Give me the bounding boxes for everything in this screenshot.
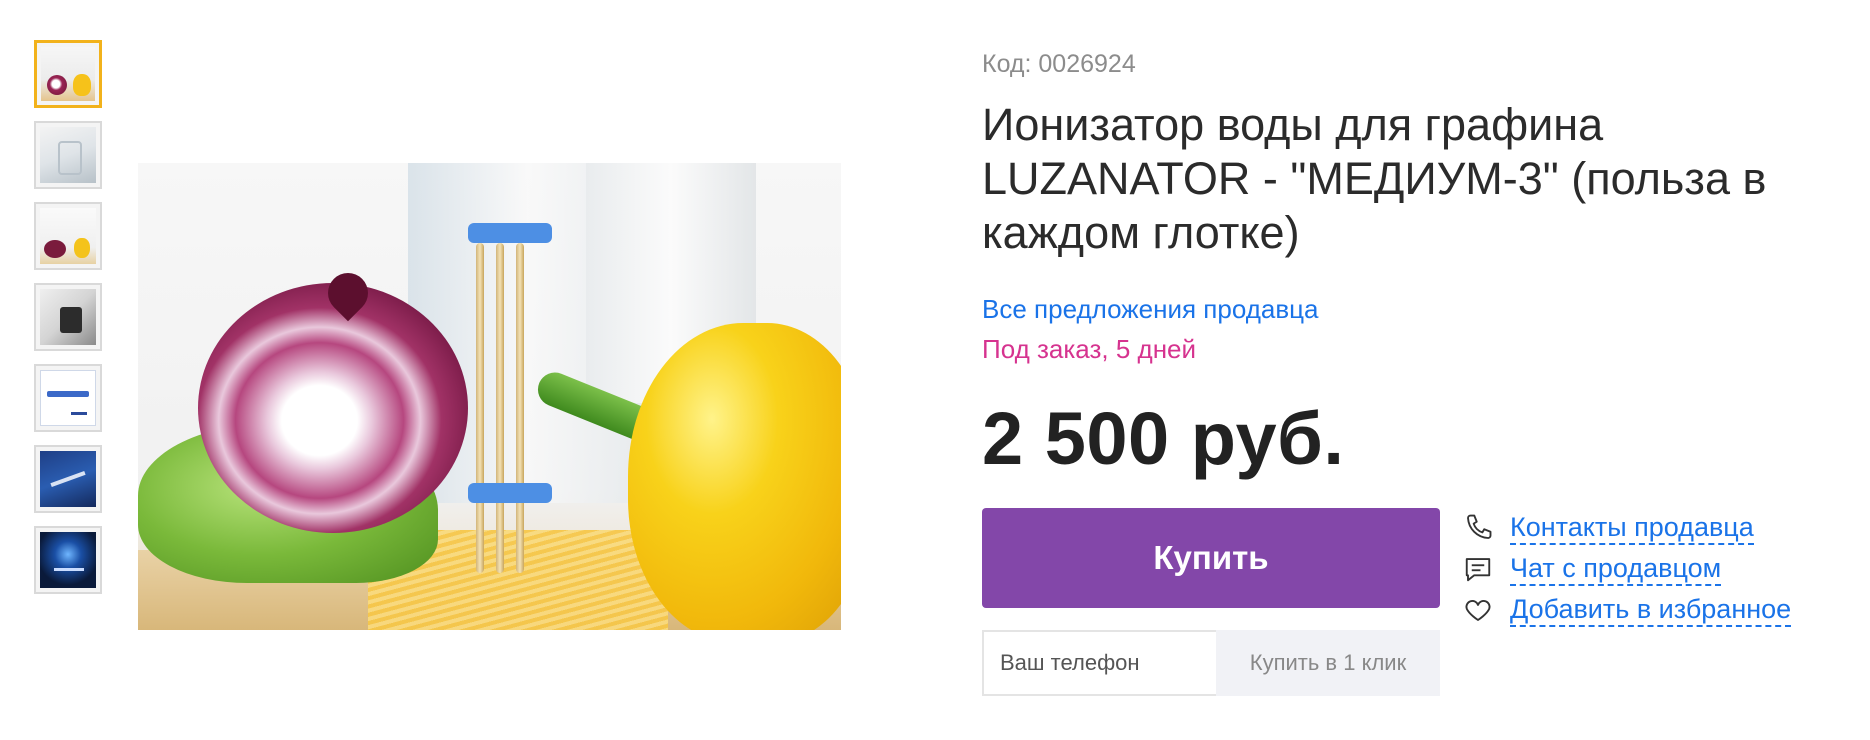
thumbnail-image (40, 532, 96, 588)
contacts-link[interactable]: Контакты продавца (1462, 508, 1862, 548)
thumbnail-image (40, 127, 96, 183)
thumbnail-image (40, 370, 96, 426)
seller-offers-link[interactable]: Все предложения продавца (982, 294, 1319, 325)
image-rod-shape (496, 243, 504, 573)
phone-input[interactable] (982, 630, 1216, 696)
one-click-buy-button[interactable]: Купить в 1 клик (1216, 630, 1440, 696)
image-rod-shape (516, 243, 524, 573)
image-pepper-shape (628, 323, 841, 630)
chat-label: Чат с продавцом (1510, 552, 1722, 586)
image-clip-shape (468, 483, 552, 503)
availability-status: Под заказ, 5 дней (982, 334, 1197, 364)
one-click-form: Купить в 1 клик (982, 630, 1440, 696)
thumbnail-4[interactable] (34, 283, 102, 351)
contacts-label: Контакты продавца (1510, 511, 1754, 545)
seller-actions: Контакты продавца Чат с продавцом Добави… (1462, 508, 1862, 631)
chat-link[interactable]: Чат с продавцом (1462, 549, 1862, 589)
thumbnail-7[interactable] (34, 526, 102, 594)
thumbnail-6[interactable] (34, 445, 102, 513)
image-onion-shape (198, 283, 468, 533)
image-clip-shape (468, 223, 552, 243)
thumbnail-1[interactable] (34, 40, 102, 108)
thumbnail-3[interactable] (34, 202, 102, 270)
thumbnail-list (34, 40, 102, 607)
product-title: Ионизатор воды для графина LUZANATOR - "… (982, 99, 1767, 258)
thumbnail-2[interactable] (34, 121, 102, 189)
favorite-link[interactable]: Добавить в избранное (1462, 590, 1862, 630)
thumbnail-image (40, 289, 96, 345)
buy-button[interactable]: Купить (982, 508, 1440, 608)
favorite-label: Добавить в избранное (1510, 593, 1792, 627)
phone-icon (1462, 512, 1494, 544)
product-code: Код: 0026924 (982, 50, 1136, 78)
chat-icon (1462, 553, 1494, 585)
thumbnail-image (40, 208, 96, 264)
thumbnail-image (40, 451, 96, 507)
product-price: 2 500 руб. (982, 397, 1345, 480)
heart-icon (1462, 594, 1494, 626)
thumbnail-5[interactable] (34, 364, 102, 432)
thumbnail-image (41, 47, 95, 101)
image-rod-shape (476, 243, 484, 573)
main-product-image[interactable] (138, 163, 841, 630)
